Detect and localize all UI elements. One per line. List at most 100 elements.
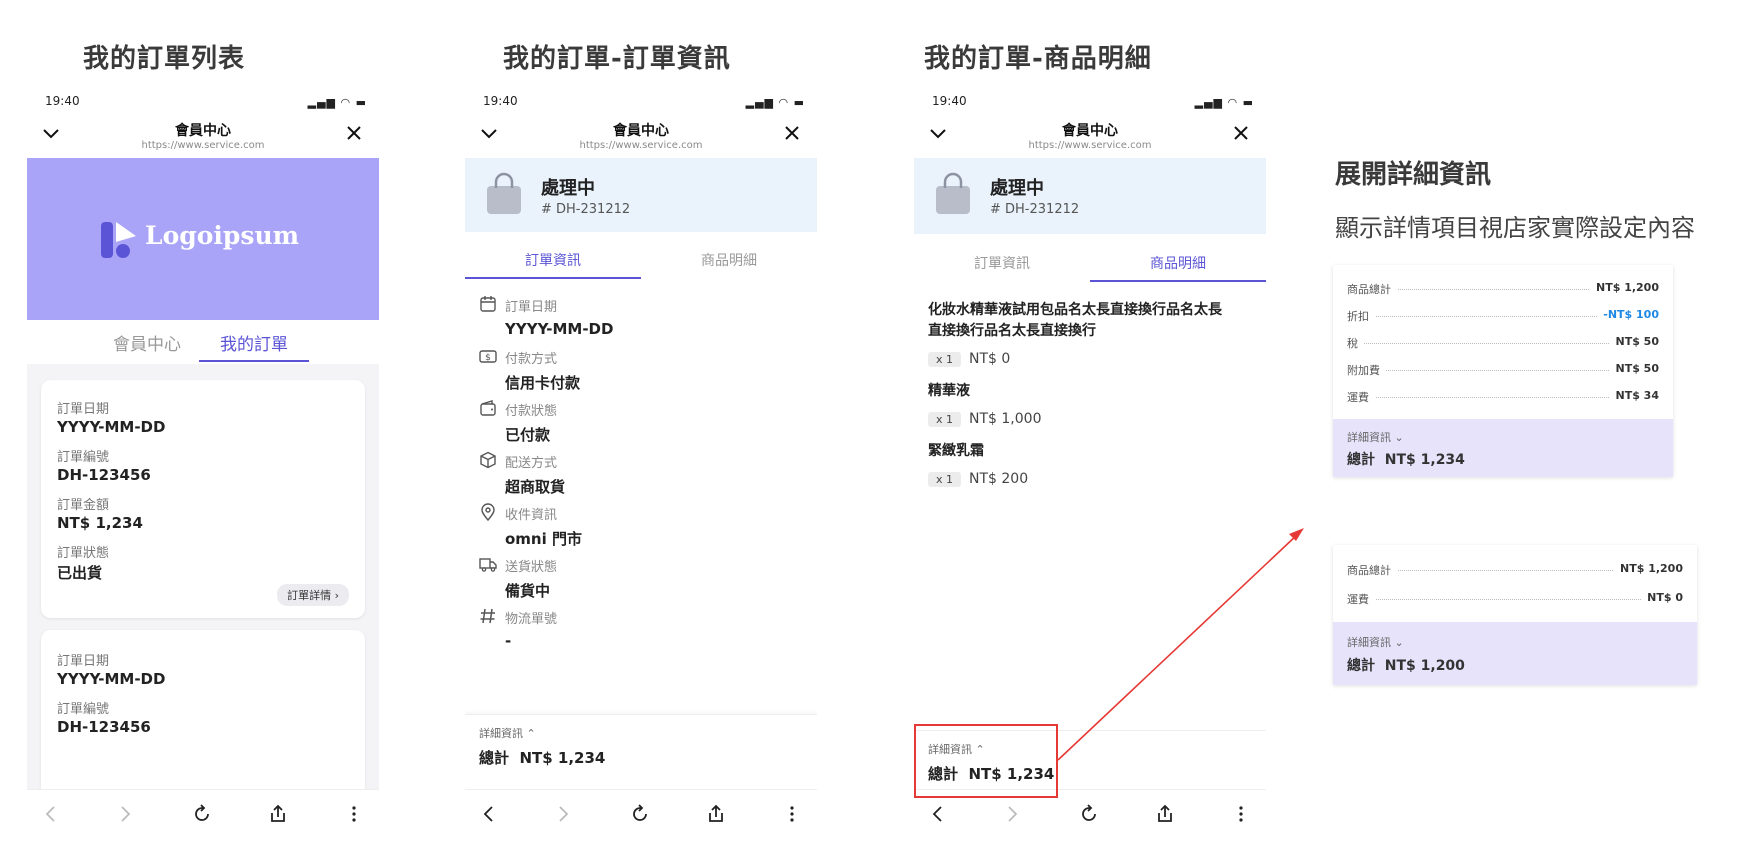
order-amount-label: 訂單金額: [57, 498, 110, 513]
info-value: 備貨中: [505, 582, 551, 600]
truck-icon: [479, 558, 497, 572]
nav-title: 會員中心: [175, 123, 231, 139]
close-icon[interactable]: [1232, 124, 1250, 142]
summary-label: 運費: [1347, 389, 1375, 405]
back-icon[interactable]: [926, 802, 950, 826]
summary-total-bar[interactable]: 詳細資訊 ⌄ 總計 NT$ 1,234: [1333, 419, 1673, 477]
tab-item-details[interactable]: 商品明細: [1090, 253, 1266, 273]
item-price: NT$ 1,000: [969, 411, 1042, 427]
order-status-text: 處理中: [990, 178, 1044, 199]
tab-item-details[interactable]: 商品明細: [641, 250, 817, 270]
info-value: omni 門市: [505, 530, 582, 548]
nav-url: https://www.service.com: [1028, 140, 1152, 151]
reload-icon[interactable]: [190, 802, 214, 826]
reload-icon[interactable]: [1077, 802, 1101, 826]
location-pin-icon: [481, 503, 495, 521]
info-label: 付款方式: [505, 352, 558, 367]
nav-url: https://www.service.com: [141, 140, 265, 151]
order-status-header: 處理中 # DH-231212: [465, 158, 817, 232]
nav-title: 會員中心: [613, 123, 669, 139]
detail-toggle[interactable]: 詳細資訊 ⌄: [1347, 429, 1404, 445]
info-label: 收件資訊: [505, 508, 558, 523]
info-value: 已付款: [505, 426, 551, 444]
calendar-icon: [480, 296, 496, 312]
order-no-value: DH-123456: [57, 718, 151, 736]
info-value: YYYY-MM-DD: [505, 320, 614, 338]
order-summary-footer[interactable]: 詳細資訊 ⌃ 總計 NT$ 1,234: [465, 714, 817, 791]
more-icon[interactable]: [1229, 802, 1253, 826]
status-time: 19:40: [483, 94, 518, 108]
tab-my-orders[interactable]: 我的訂單: [199, 330, 309, 355]
summary-row: 折扣 -NT$ 100: [1347, 308, 1659, 324]
reload-icon[interactable]: [628, 802, 652, 826]
item-qty: x 1: [928, 412, 962, 427]
logo-banner: Logoipsum: [27, 158, 379, 320]
tab-member-center[interactable]: 會員中心: [87, 330, 207, 355]
forward-icon[interactable]: [551, 802, 575, 826]
forward-icon[interactable]: [1000, 802, 1024, 826]
summary-row: 商品總計 NT$ 1,200: [1347, 562, 1683, 578]
summary-total: 總計 NT$ 1,200: [1347, 658, 1465, 674]
tab-active-indicator: [1090, 280, 1266, 282]
info-value: 超商取貨: [505, 478, 566, 496]
summary-label: 附加費: [1347, 362, 1386, 378]
detail-toggle[interactable]: 詳細資訊 ⌄: [1347, 634, 1404, 650]
highlight-box: [914, 724, 1058, 798]
hash-icon: [480, 608, 495, 624]
summary-label: 折扣: [1347, 308, 1375, 324]
summary-value: NT$ 1,200: [1590, 281, 1659, 294]
phone-order-info: 19:40 ▂▄▆ ◠ ▬ 會員中心 https://www.service.c…: [465, 90, 817, 838]
order-list-area: 訂單日期 YYYY-MM-DD 訂單編號 DH-123456 訂單金額 NT$ …: [27, 364, 379, 800]
summary-label: 稅: [1347, 335, 1364, 351]
package-icon: [480, 451, 496, 469]
back-icon[interactable]: [477, 802, 501, 826]
info-label: 配送方式: [505, 456, 558, 471]
item-name: 緊緻乳霜: [928, 443, 984, 459]
back-icon[interactable]: [39, 802, 63, 826]
share-icon[interactable]: [704, 802, 728, 826]
status-bar: 19:40 ▂▄▆ ◠ ▬: [914, 90, 1266, 116]
tab-active-indicator: [199, 360, 309, 362]
section-title-order-items: 我的訂單-商品明細: [924, 44, 1152, 74]
item-price: NT$ 200: [969, 471, 1029, 487]
info-label: 訂單日期: [505, 300, 558, 315]
close-icon[interactable]: [783, 124, 801, 142]
section-subtitle-expand-detail: 顯示詳情項目視店家實際設定內容: [1335, 214, 1695, 242]
order-date-value: YYYY-MM-DD: [57, 670, 166, 688]
tab-order-info[interactable]: 訂單資訊: [465, 250, 641, 270]
order-total: 總計 NT$ 1,234: [479, 749, 606, 767]
info-label: 付款狀態: [505, 404, 558, 419]
summary-total-bar[interactable]: 詳細資訊 ⌄ 總計 NT$ 1,200: [1333, 622, 1697, 685]
tab-order-info[interactable]: 訂單資訊: [914, 253, 1090, 273]
order-detail-button[interactable]: 訂單詳情 ›: [277, 584, 349, 606]
summary-row: 稅 NT$ 50: [1347, 335, 1659, 351]
summary-value: NT$ 1,200: [1614, 562, 1683, 575]
close-icon[interactable]: [345, 124, 363, 142]
status-indicators: ▂▄▆ ◠ ▬: [1194, 96, 1254, 109]
summary-row: 運費 NT$ 34: [1347, 389, 1659, 405]
order-no-label: 訂單編號: [57, 450, 110, 465]
status-bar: 19:40 ▂▄▆ ◠ ▬: [27, 90, 379, 116]
section-title-expand-detail: 展開詳細資訊: [1335, 160, 1492, 190]
item-row: 化妝水精華液試用包品名太長直接換行品名太長 直接換行品名太長直接換行 x 1 NT…: [928, 300, 1258, 367]
detail-toggle[interactable]: 詳細資訊 ⌃: [479, 725, 536, 741]
summary-label: 商品總計: [1347, 562, 1397, 578]
order-number: # DH-231212: [990, 202, 1080, 217]
share-icon[interactable]: [1153, 802, 1177, 826]
item-name: 化妝水精華液試用包品名太長直接換行品名太長: [928, 302, 1222, 318]
logoipsum-mark-icon: [101, 222, 136, 258]
summary-label: 運費: [1347, 591, 1375, 607]
summary-row: 附加費 NT$ 50: [1347, 362, 1659, 378]
item-qty: x 1: [928, 352, 962, 367]
item-qty: x 1: [928, 472, 962, 487]
order-status-header: 處理中 # DH-231212: [914, 158, 1266, 234]
more-icon[interactable]: [342, 802, 366, 826]
forward-icon[interactable]: [113, 802, 137, 826]
share-icon[interactable]: [266, 802, 290, 826]
info-value: -: [505, 632, 512, 650]
browser-nav-bar: 會員中心 https://www.service.com: [914, 116, 1266, 156]
browser-bottom-bar: [27, 789, 379, 838]
more-icon[interactable]: [780, 802, 804, 826]
status-time: 19:40: [45, 94, 80, 108]
info-label: 物流單號: [505, 612, 558, 627]
